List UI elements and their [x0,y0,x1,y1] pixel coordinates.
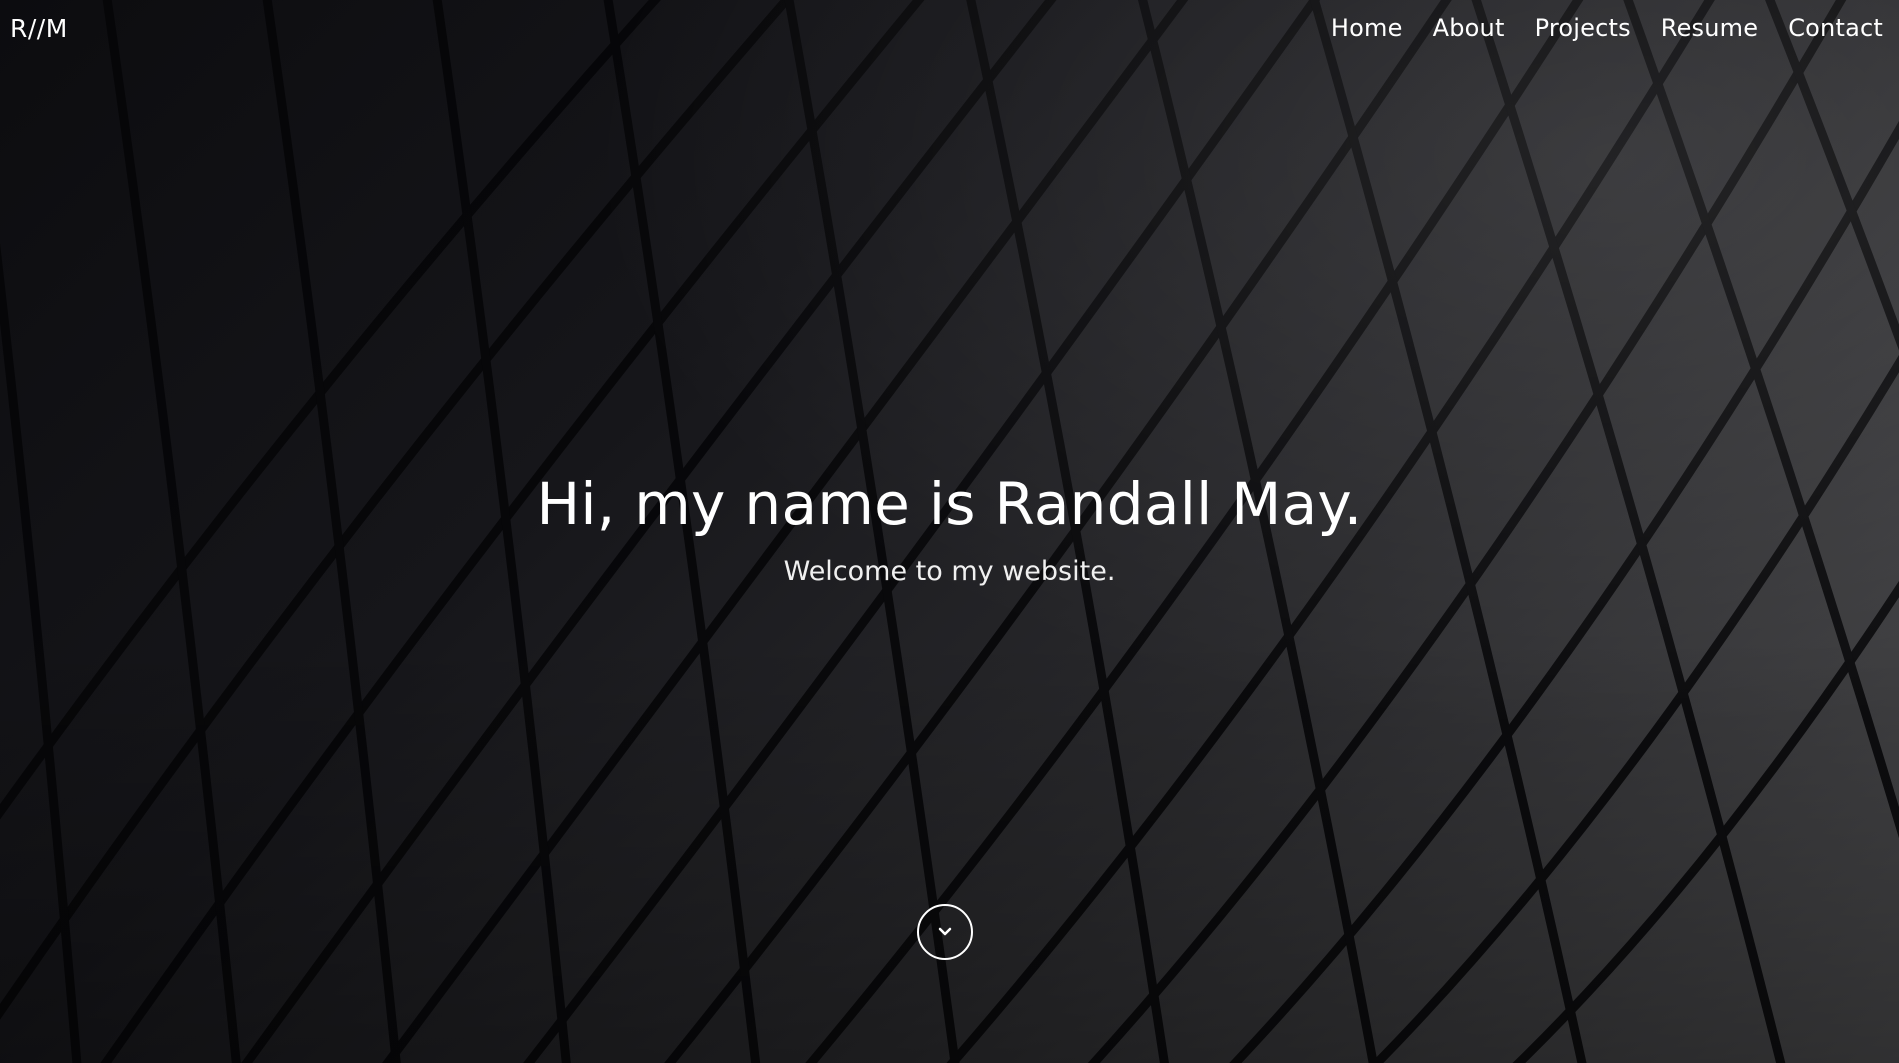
main-nav: Home About Projects Resume Contact [1331,14,1883,42]
site-logo[interactable]: R//M [10,14,68,43]
nav-about-link[interactable]: About [1433,14,1505,42]
hero-section: R//M Home About Projects Resume Contact … [0,0,1899,1063]
nav-contact-link[interactable]: Contact [1788,14,1883,42]
hero-subtitle: Welcome to my website. [783,556,1116,587]
nav-resume-link[interactable]: Resume [1661,14,1758,42]
hero-title: Hi, my name is Randall May. [536,470,1363,538]
scroll-down-button[interactable] [917,904,973,960]
top-navigation-bar: R//M Home About Projects Resume Contact [0,0,1899,62]
nav-projects-link[interactable]: Projects [1535,14,1631,42]
chevron-down-icon [938,927,952,936]
nav-home-link[interactable]: Home [1331,14,1403,42]
